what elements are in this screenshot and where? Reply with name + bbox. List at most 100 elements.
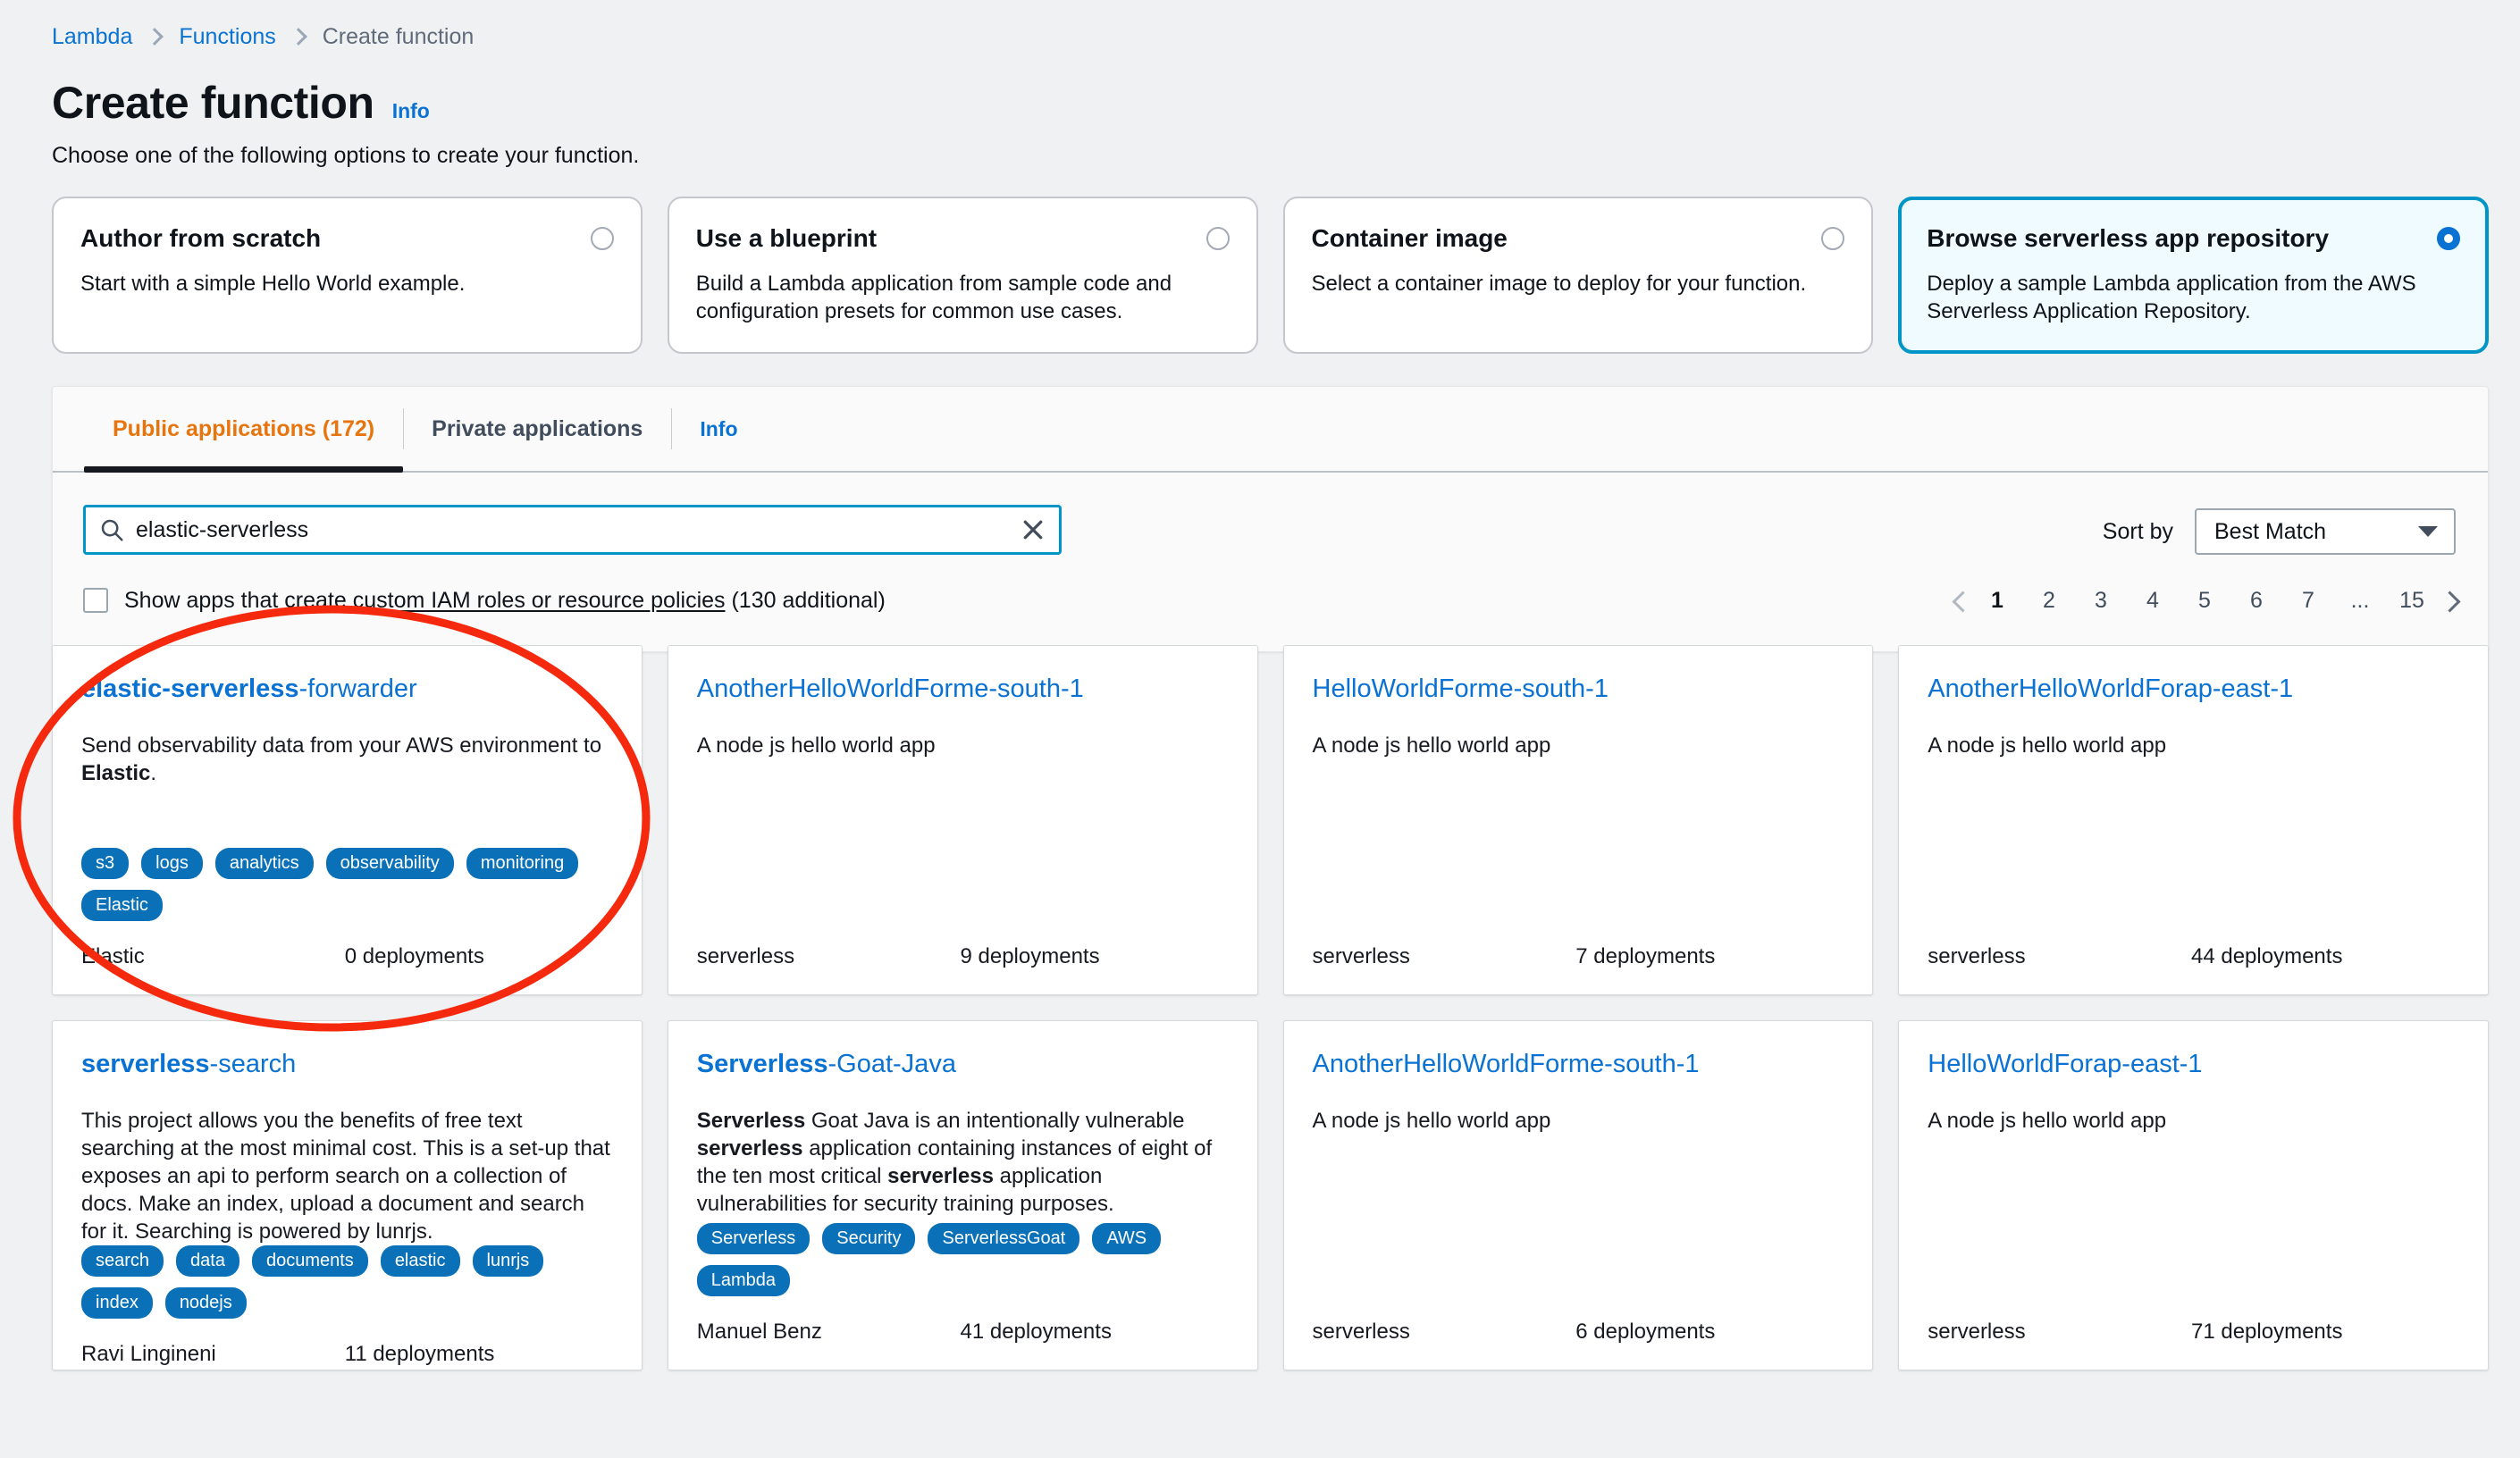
breadcrumb-item-create-function: Create function [322, 24, 475, 49]
option-radio-button[interactable] [1205, 227, 1230, 250]
pagination-page-3[interactable]: 3 [2080, 580, 2121, 621]
application-author: serverless [1928, 1320, 2026, 1344]
application-description: A node js hello world app [696, 733, 936, 758]
application-card[interactable]: serverless-search This project allows you… [52, 1020, 643, 1370]
option-radio-button[interactable] [1821, 227, 1845, 250]
option-card-description: Deploy a sample Lambda application from … [1927, 272, 2416, 323]
option-card-title: Browse serverless app repository [1927, 224, 2330, 252]
pagination-page-1[interactable]: 1 [1977, 580, 2018, 621]
application-title-link[interactable]: Serverless-Goat-Java [697, 1048, 1229, 1080]
search-and-sort-row: Sort by Best Match [53, 473, 2488, 555]
application-tag[interactable]: Elastic [81, 890, 163, 921]
application-tabs: Public applications (172) Private applica… [53, 387, 2488, 473]
application-deployments: 0 deployments [344, 944, 484, 968]
application-title-link[interactable]: serverless-search [81, 1048, 613, 1080]
pagination-previous-icon[interactable] [1953, 591, 1971, 609]
application-card[interactable]: AnotherHelloWorldForme-south-1 A node js … [1282, 1020, 1874, 1370]
search-box[interactable] [83, 505, 1062, 555]
application-tag[interactable]: analytics [214, 848, 314, 879]
application-description: A node js hello world app [1928, 1109, 2167, 1133]
application-footer: serverless 44 deployments [1928, 944, 2459, 969]
tab-public-applications[interactable]: Public applications (172) [84, 387, 404, 473]
clear-search-icon[interactable] [1012, 509, 1054, 550]
application-deployments: 7 deployments [1575, 944, 1716, 968]
pagination-page-6[interactable]: 6 [2236, 580, 2277, 621]
application-title-link[interactable]: elastic-serverless-forwarder [81, 673, 613, 705]
application-footer: serverless 7 deployments [1313, 944, 1844, 969]
application-tag[interactable]: Security [822, 1223, 916, 1254]
pagination-page-5[interactable]: 5 [2184, 580, 2225, 621]
application-card[interactable]: Serverless-Goat-Java Serverless Goat Java… [667, 1020, 1258, 1370]
option-card-author-from-scratch[interactable]: Author from scratch Start with a simple H… [52, 197, 643, 354]
application-card[interactable]: HelloWorldForap-east-1 A node js hello wo… [1898, 1020, 2489, 1370]
application-tag[interactable]: search [81, 1245, 164, 1277]
pagination-page-15[interactable]: 15 [2391, 580, 2432, 621]
page-info-link[interactable]: Info [392, 99, 430, 123]
application-tag[interactable]: documents [251, 1245, 368, 1277]
breadcrumb-item-functions[interactable]: Functions [179, 23, 275, 50]
serverless-app-repository-panel: Public applications (172) Private applica… [52, 386, 2489, 652]
application-deployments: 44 deployments [2191, 944, 2343, 968]
search-icon [98, 516, 125, 543]
option-card-description: Start with a simple Hello World example. [80, 272, 466, 296]
filter-and-pagination-row: Show apps that create custom IAM roles o… [53, 555, 2488, 651]
application-tag[interactable]: nodejs [164, 1287, 247, 1319]
application-card[interactable]: AnotherHelloWorldForme-south-1 A node js … [667, 645, 1258, 995]
application-tag[interactable]: ServerlessGoat [928, 1223, 1080, 1254]
pagination-next-icon[interactable] [2438, 591, 2456, 609]
application-tag[interactable]: lunrjs [472, 1245, 544, 1277]
application-title-link[interactable]: AnotherHelloWorldForap-east-1 [1928, 673, 2459, 705]
option-card-container-image[interactable]: Container image Select a container image … [1282, 197, 1874, 354]
tab-private-applications[interactable]: Private applications [403, 387, 671, 471]
application-author: Manuel Benz [696, 1320, 822, 1344]
application-card[interactable]: elastic-serverless-forwarder Send observa… [52, 645, 643, 995]
pagination-page-7[interactable]: 7 [2288, 580, 2329, 621]
sort-by-select[interactable]: Best Match [2195, 508, 2456, 555]
application-title-link[interactable]: AnotherHelloWorldForme-south-1 [1313, 1048, 1844, 1080]
application-description: Serverless Goat Java is an intentionally… [696, 1109, 1213, 1216]
create-option-cards: Author from scratch Start with a simple H… [52, 197, 2489, 354]
application-tag[interactable]: AWS [1092, 1223, 1162, 1254]
page-header: Create function Info Choose one of the f… [52, 77, 639, 169]
pagination-page-4[interactable]: 4 [2132, 580, 2173, 621]
breadcrumb-item-lambda[interactable]: Lambda [52, 23, 132, 50]
option-card-title: Use a blueprint [695, 224, 878, 252]
sort-by-label: Sort by [2102, 518, 2173, 544]
breadcrumb-separator-icon [147, 28, 164, 46]
search-input[interactable] [136, 516, 1012, 543]
show-custom-iam-apps-checkbox[interactable]: Show apps that create custom IAM roles o… [83, 588, 886, 614]
pagination: 1 2 3 4 5 6 7... 15 [1953, 580, 2456, 621]
option-radio-button[interactable] [2437, 227, 2460, 250]
pagination-ellipsis: ... [2350, 587, 2370, 613]
application-author: serverless [1312, 944, 1410, 968]
application-tag[interactable]: logs [141, 848, 203, 879]
application-tag[interactable]: s3 [81, 848, 130, 879]
application-author: serverless [696, 944, 795, 968]
application-tags [1313, 1296, 1844, 1320]
application-title-link[interactable]: HelloWorldForap-east-1 [1928, 1048, 2459, 1080]
application-tag[interactable]: observability [325, 848, 454, 879]
application-card[interactable]: AnotherHelloWorldForap-east-1 A node js h… [1898, 645, 2489, 995]
tab-info-link[interactable]: Info [671, 387, 766, 471]
application-tag[interactable]: Lambda [696, 1265, 791, 1296]
application-tag[interactable]: monitoring [466, 848, 579, 879]
application-footer: Ravi Lingineni 11 deployments [81, 1342, 613, 1367]
option-card-title: Container image [1311, 224, 1508, 252]
application-title-link[interactable]: AnotherHelloWorldForme-south-1 [697, 673, 1229, 705]
checkbox-box[interactable] [83, 588, 108, 613]
page-subtitle: Choose one of the following options to c… [52, 143, 640, 168]
application-tag[interactable]: Serverless [696, 1223, 811, 1254]
application-tags: s3 logs analytics observability monitoring El… [81, 848, 613, 944]
application-card[interactable]: HelloWorldForme-south-1 A node js hello w… [1282, 645, 1874, 995]
option-card-description: Select a container image to deploy for y… [1311, 272, 1807, 296]
application-card-grid: elastic-serverless-forwarder Send observa… [52, 645, 2489, 1370]
option-radio-button[interactable] [590, 227, 614, 250]
application-tag[interactable]: index [81, 1287, 153, 1319]
application-author: serverless [1312, 1320, 1410, 1344]
application-tag[interactable]: data [176, 1245, 239, 1277]
option-card-browse-serverless-app-repository[interactable]: Browse serverless app repository Deploy a… [1898, 197, 2489, 354]
application-title-link[interactable]: HelloWorldForme-south-1 [1313, 673, 1844, 705]
application-tag[interactable]: elastic [380, 1245, 460, 1277]
pagination-page-2[interactable]: 2 [2029, 580, 2070, 621]
option-card-use-a-blueprint[interactable]: Use a blueprint Build a Lambda applicatio… [667, 197, 1258, 354]
